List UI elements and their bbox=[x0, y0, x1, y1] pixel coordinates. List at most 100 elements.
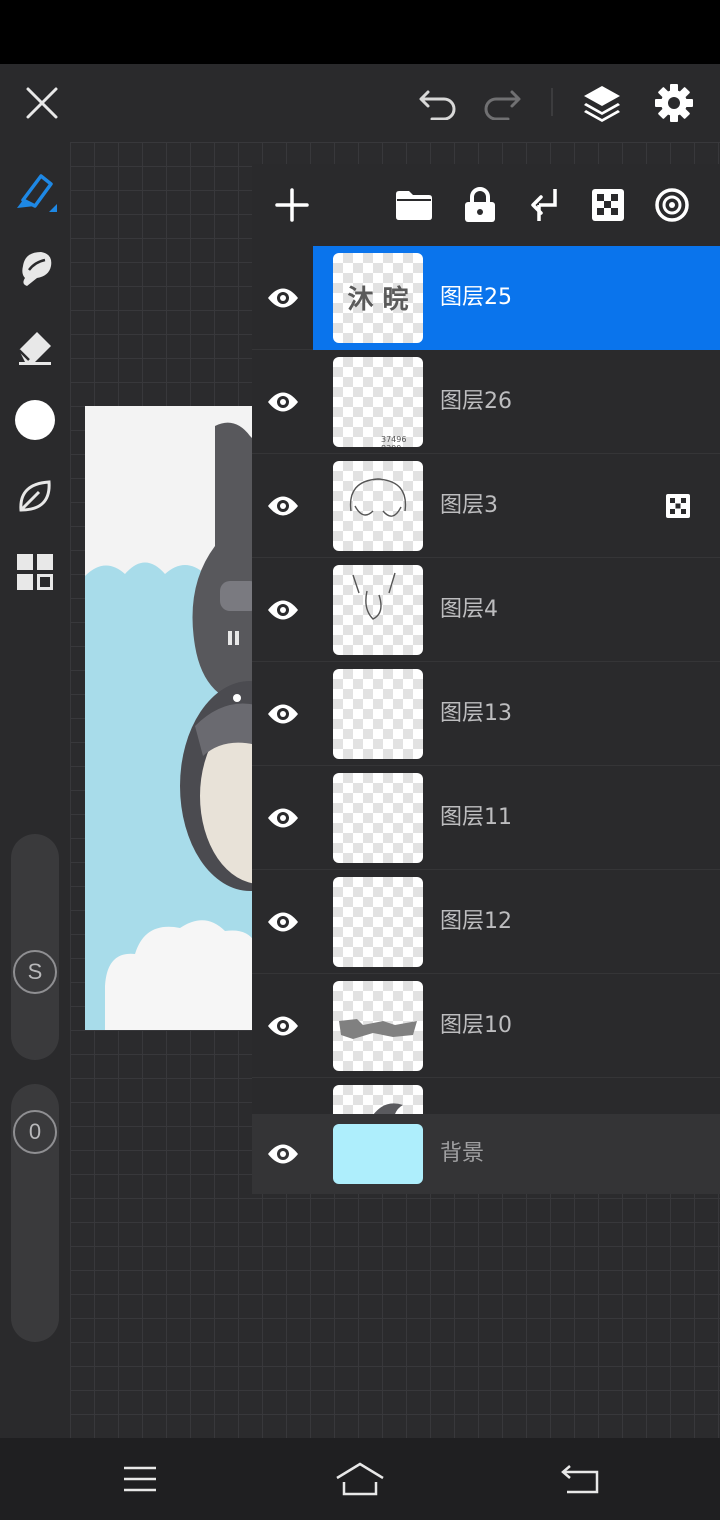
system-nav-bar bbox=[0, 1438, 720, 1520]
layers-button[interactable] bbox=[574, 64, 630, 142]
undo-button[interactable] bbox=[410, 64, 466, 142]
close-icon bbox=[26, 87, 58, 119]
status-bar bbox=[0, 0, 720, 64]
close-button[interactable] bbox=[14, 64, 70, 142]
lock-button[interactable] bbox=[452, 164, 508, 246]
redo-button[interactable] bbox=[474, 64, 530, 142]
smudge-tool[interactable] bbox=[0, 236, 70, 300]
grid-icon bbox=[17, 554, 53, 590]
eye-icon bbox=[268, 808, 298, 828]
eye-icon bbox=[268, 392, 298, 412]
eraser-icon bbox=[18, 332, 51, 365]
color-button[interactable] bbox=[0, 388, 70, 452]
background-color-swatch[interactable] bbox=[333, 1124, 423, 1184]
brush-size-knob[interactable]: S bbox=[13, 950, 57, 994]
shape-tool[interactable] bbox=[0, 464, 70, 528]
layer-body[interactable]: 37496 8300 图层26 bbox=[313, 350, 720, 454]
eye-icon bbox=[268, 1144, 298, 1164]
background-layer-name: 背景 bbox=[440, 1141, 485, 1166]
layer-name: 图层13 bbox=[440, 701, 512, 726]
layer-row[interactable]: 37496 8300 图层26 bbox=[252, 350, 720, 454]
lock-icon bbox=[465, 187, 495, 222]
brush-tool[interactable] bbox=[0, 158, 70, 222]
layer-thumbnail: 沐 晥 bbox=[333, 253, 423, 343]
layer-name: 图层25 bbox=[440, 285, 512, 310]
layer-body[interactable]: 沐 晥图层25 bbox=[313, 246, 720, 350]
layer-body[interactable]: 图层12 bbox=[313, 870, 720, 974]
blend-icon bbox=[655, 188, 689, 222]
visibility-toggle[interactable] bbox=[252, 870, 314, 974]
back-icon bbox=[561, 1465, 599, 1494]
merge-down-button[interactable] bbox=[516, 164, 572, 246]
layer-thumbnail bbox=[333, 773, 423, 863]
tool-sidebar: S 0 bbox=[0, 142, 70, 1438]
brush-icon bbox=[17, 174, 57, 212]
layer-body[interactable]: 图层3 bbox=[313, 454, 720, 558]
layer-row[interactable]: 图层11 bbox=[252, 766, 720, 870]
visibility-toggle[interactable] bbox=[252, 246, 314, 350]
layer-thumbnail bbox=[333, 461, 423, 551]
layer-thumbnail bbox=[333, 1085, 423, 1115]
menu-nav-button[interactable] bbox=[90, 1438, 190, 1520]
layer-body[interactable]: 图层4 bbox=[313, 558, 720, 662]
color-swatch bbox=[15, 400, 55, 440]
alpha-lock-button[interactable] bbox=[580, 164, 636, 246]
background-layer-row[interactable]: 背景 bbox=[252, 1114, 720, 1194]
layer-row[interactable]: 图层12 bbox=[252, 870, 720, 974]
eraser-tool[interactable] bbox=[0, 314, 70, 378]
menu-icon bbox=[124, 1466, 156, 1492]
layer-thumbnail bbox=[333, 981, 423, 1071]
visibility-toggle[interactable] bbox=[252, 558, 314, 662]
visibility-toggle[interactable] bbox=[252, 662, 314, 766]
layer-row[interactable]: 图层10 bbox=[252, 974, 720, 1078]
gallery-tool[interactable] bbox=[0, 540, 70, 604]
toolbar-divider bbox=[551, 88, 553, 116]
brush-size-slider[interactable] bbox=[11, 834, 59, 1060]
home-nav-button[interactable] bbox=[310, 1438, 410, 1520]
visibility-toggle[interactable] bbox=[252, 766, 314, 870]
top-toolbar bbox=[0, 64, 720, 142]
add-layer-button[interactable] bbox=[264, 164, 320, 246]
settings-button[interactable] bbox=[646, 64, 702, 142]
gear-icon bbox=[655, 84, 693, 122]
layer-name: 图层3 bbox=[440, 493, 498, 518]
canvas-artwork[interactable] bbox=[85, 406, 260, 1030]
layer-name: 图层12 bbox=[440, 909, 512, 934]
add-icon bbox=[275, 188, 309, 222]
alpha-lock-indicator-icon bbox=[666, 494, 690, 518]
eye-icon bbox=[268, 288, 298, 308]
layer-row[interactable]: 图层3 bbox=[252, 454, 720, 558]
layer-body[interactable] bbox=[313, 1078, 720, 1115]
opacity-knob[interactable]: 0 bbox=[13, 1110, 57, 1154]
layer-name: 图层10 bbox=[440, 1013, 512, 1038]
visibility-toggle[interactable] bbox=[252, 350, 314, 454]
visibility-toggle[interactable] bbox=[252, 974, 314, 1078]
layer-row[interactable]: 图层13 bbox=[252, 662, 720, 766]
eye-icon bbox=[268, 704, 298, 724]
layers-icon bbox=[584, 86, 620, 122]
undo-icon bbox=[419, 90, 456, 120]
leaf-icon bbox=[19, 480, 51, 512]
merge-down-icon bbox=[531, 189, 557, 221]
layer-body[interactable]: 图层10 bbox=[313, 974, 720, 1078]
folder-icon bbox=[396, 191, 432, 220]
eye-icon bbox=[268, 600, 298, 620]
redo-icon bbox=[484, 90, 521, 120]
layer-name: 图层4 bbox=[440, 597, 498, 622]
layer-row[interactable]: 图层4 bbox=[252, 558, 720, 662]
home-icon bbox=[336, 1462, 384, 1496]
visibility-toggle[interactable] bbox=[252, 454, 314, 558]
layer-row-partial[interactable] bbox=[252, 1078, 720, 1116]
layer-row[interactable]: 沐 晥图层25 bbox=[252, 246, 720, 350]
layer-thumbnail bbox=[333, 565, 423, 655]
back-nav-button[interactable] bbox=[530, 1438, 630, 1520]
artwork-image bbox=[85, 406, 260, 1030]
layer-body[interactable]: 图层13 bbox=[313, 662, 720, 766]
smudge-icon bbox=[22, 252, 52, 286]
layer-thumbnail bbox=[333, 877, 423, 967]
eye-icon bbox=[268, 496, 298, 516]
folder-button[interactable] bbox=[386, 164, 442, 246]
layer-body[interactable]: 图层11 bbox=[313, 766, 720, 870]
blend-mode-button[interactable] bbox=[644, 164, 700, 246]
visibility-toggle[interactable] bbox=[252, 1114, 314, 1194]
